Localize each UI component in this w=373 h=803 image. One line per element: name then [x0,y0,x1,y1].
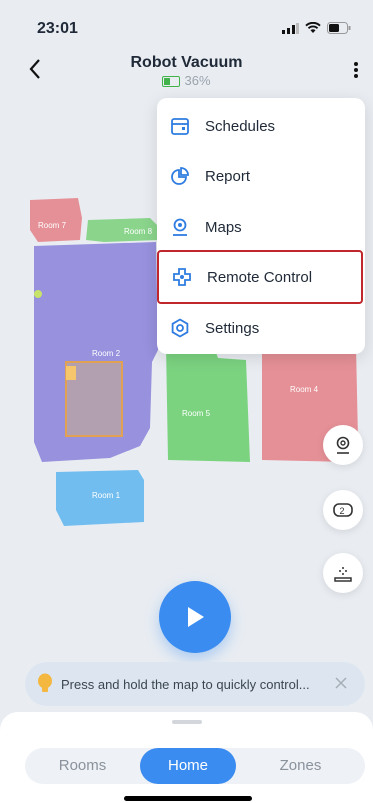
wifi-icon [305,22,321,33]
room-1-label: Room 1 [92,491,121,500]
tip-banner: Press and hold the map to quickly contro… [25,662,365,706]
sheet-handle[interactable] [172,720,202,724]
switch-map-button[interactable]: 2 [323,490,363,530]
gamepad-icon [171,266,193,288]
battery-level-icon [162,76,181,88]
close-icon [335,677,347,689]
location-button[interactable] [323,425,363,465]
dock-button[interactable] [323,553,363,593]
room-5-label: Room 5 [182,409,211,418]
menu-item-label: Settings [205,319,260,337]
mode-tabs: Rooms Home Zones [25,748,365,784]
status-time: 23:01 [37,20,78,37]
tab-rooms[interactable]: Rooms [25,748,140,784]
room-5-area [166,342,250,462]
gear-icon [169,317,191,339]
tip-text: Press and hold the map to quickly contro… [61,676,310,692]
menu-item-label: Remote Control [207,268,313,286]
menu-item-report[interactable]: Report [157,151,365,201]
room-4-label: Room 4 [290,385,319,394]
battery-icon [327,22,351,34]
menu-item-label: Schedules [205,117,276,135]
status-bar: 23:01 [0,0,373,50]
menu-item-settings[interactable]: Settings [157,303,365,353]
page-title: Robot Vacuum [130,54,243,71]
options-menu: Schedules Report Maps Remote Control Set… [157,98,365,354]
dock-icon [334,567,352,582]
robot-position-marker [66,366,76,380]
close-tip-button[interactable] [335,673,347,694]
play-icon [188,607,204,627]
battery-percent: 36% [184,73,211,88]
menu-item-label: Maps [205,218,242,236]
status-icons [282,22,351,34]
start-cleaning-button[interactable] [159,581,231,653]
more-vertical-icon [354,62,358,78]
menu-item-maps[interactable]: Maps [157,202,365,252]
pie-chart-icon [169,165,191,187]
battery-status: 36% [0,73,373,88]
tab-zones[interactable]: Zones [236,748,365,784]
room-2-label: Room 2 [92,349,121,358]
map-pin-icon [169,216,191,238]
calendar-icon [169,115,191,137]
room-7-label: Room 7 [38,221,67,230]
more-options-button[interactable] [353,60,359,83]
top-bar: Robot Vacuum 36% [0,48,373,96]
signal-icon [282,22,299,34]
home-indicator [124,796,252,801]
menu-item-label: Report [205,167,251,185]
svg-text:2: 2 [340,506,345,516]
dock-marker [34,290,42,298]
menu-item-remote-control[interactable]: Remote Control [157,250,363,304]
lightbulb-icon [37,673,53,695]
room-8-label: Room 8 [124,227,153,236]
room-7-area [30,198,82,242]
location-pin-icon [336,436,350,454]
swap-icon: 2 [333,503,353,517]
bottom-sheet: Rooms Home Zones [0,712,373,803]
menu-item-schedules[interactable]: Schedules [157,101,365,151]
tab-home[interactable]: Home [140,748,236,784]
